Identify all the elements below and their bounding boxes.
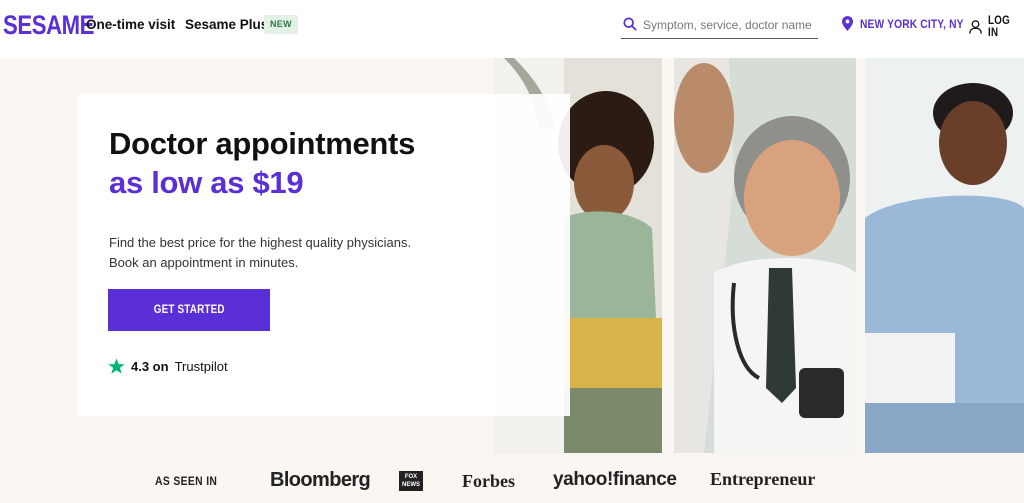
sesame-logo[interactable]: SESAME bbox=[3, 10, 94, 41]
user-icon bbox=[969, 20, 982, 34]
get-started-button[interactable]: GET STARTED bbox=[108, 289, 270, 331]
pin-icon bbox=[842, 16, 853, 31]
yahoo-finance-logo: yahoo!finance bbox=[553, 469, 677, 490]
foxnews-logo-line2: NEWS bbox=[402, 482, 420, 488]
doctor-photo bbox=[674, 58, 856, 453]
hero-title: Doctor appointments bbox=[109, 126, 416, 161]
nurse-photo bbox=[865, 58, 1024, 453]
entrepreneur-logo: Entrepreneur bbox=[710, 469, 816, 489]
location-label: NEW YORK CITY, NY bbox=[860, 16, 964, 31]
get-started-label: GET STARTED bbox=[153, 304, 225, 316]
trust-source: Trustpilot bbox=[174, 359, 228, 374]
as-seen-in-label: AS SEEN IN bbox=[155, 476, 218, 488]
nav-one-time-visit[interactable]: One-time visit bbox=[86, 17, 175, 32]
location-selector[interactable]: NEW YORK CITY, NY bbox=[842, 16, 982, 31]
hero-subtitle: Find the best price for the highest qual… bbox=[109, 233, 411, 273]
search-bar bbox=[621, 12, 818, 39]
star-icon bbox=[108, 358, 125, 374]
nav-sesame-plus[interactable]: Sesame Plus bbox=[185, 17, 268, 32]
search-input[interactable] bbox=[643, 14, 817, 36]
forbes-logo: Forbes bbox=[462, 471, 515, 491]
press-bar: AS SEEN IN Bloomberg FOX NEWS Forbes yah… bbox=[0, 453, 1024, 503]
foxnews-logo-line1: FOX bbox=[404, 474, 418, 480]
new-badge: NEW bbox=[264, 15, 298, 34]
site-header: SESAME One-time visit Sesame Plus NEW NE… bbox=[0, 0, 1024, 58]
hero-price: as low as $19 bbox=[109, 165, 304, 200]
trustpilot-rating[interactable]: 4.3 on Trustpilot bbox=[108, 358, 228, 375]
trust-rating-value: 4.3 on bbox=[131, 359, 169, 374]
login-button[interactable]: LOG IN bbox=[969, 15, 1024, 39]
hero-subtitle-line1: Find the best price for the highest qual… bbox=[109, 235, 412, 250]
foxnews-logo: FOX NEWS bbox=[399, 471, 423, 491]
search-icon bbox=[623, 17, 637, 31]
hero-subtitle-line2: Book an appointment in minutes. bbox=[109, 255, 299, 270]
bloomberg-logo: Bloomberg bbox=[270, 469, 371, 491]
login-label: LOG IN bbox=[988, 15, 1010, 39]
